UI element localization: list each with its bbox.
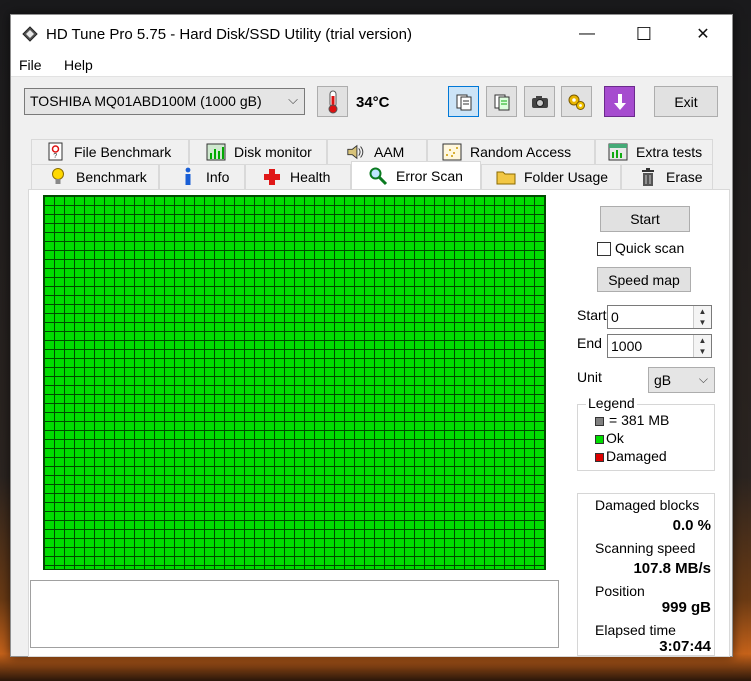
drive-select[interactable]: TOSHIBA MQ01ABD100M (1000 gB) ⌵ (24, 88, 305, 115)
end-position-value: 1000 (611, 338, 643, 354)
save-download-button[interactable] (604, 86, 635, 117)
tab-benchmark[interactable]: Benchmark (31, 164, 159, 189)
maximize-button[interactable]: ☐ (621, 15, 667, 53)
tab-label: Folder Usage (524, 169, 609, 185)
copy-document-icon (456, 94, 471, 110)
tab-label: Erase (666, 169, 703, 185)
spinner-arrows-icon[interactable]: ▲ ▼ (693, 306, 711, 328)
tab-label: Disk monitor (234, 144, 312, 160)
lightbulb-icon (48, 167, 68, 187)
menu-help[interactable]: Help (64, 57, 93, 73)
magnifier-icon (368, 166, 388, 186)
scan-block-grid (43, 195, 546, 570)
tab-label: File Benchmark (74, 144, 172, 160)
damaged-blocks-value: 0.0 % (672, 517, 711, 534)
temperature-readout: 34°C (356, 94, 390, 111)
exit-button[interactable]: Exit (654, 86, 718, 117)
tab-health[interactable]: Health (245, 164, 351, 189)
start-position-value: 0 (611, 309, 619, 325)
damaged-blocks-label: Damaged blocks (595, 497, 700, 513)
unit-select-value: gB (654, 372, 672, 388)
temperature-button[interactable] (317, 86, 348, 117)
copy-green-icon (494, 94, 509, 110)
legend-block-swatch (595, 417, 604, 426)
title-bar: HD Tune Pro 5.75 - Hard Disk/SSD Utility… (11, 15, 732, 53)
extra-tests-icon (608, 142, 628, 162)
end-position-input[interactable]: 1000 ▲ ▼ (607, 334, 712, 358)
folder-icon (496, 167, 516, 187)
options-button[interactable] (561, 86, 592, 117)
tab-info[interactable]: Info (159, 164, 245, 189)
tab-label: Error Scan (396, 167, 463, 184)
scan-log-box (30, 580, 559, 648)
menu-bar: File Help (11, 53, 732, 77)
legend-ok-swatch (595, 435, 604, 444)
random-access-icon (442, 142, 462, 162)
tab-label: AAM (374, 144, 405, 160)
copy-info-button[interactable] (448, 86, 479, 117)
download-arrow-icon (613, 93, 626, 110)
tab-folder-usage[interactable]: Folder Usage (481, 164, 621, 189)
app-window: HD Tune Pro 5.75 - Hard Disk/SSD Utility… (10, 14, 733, 657)
tab-extra-tests[interactable]: Extra tests (595, 139, 713, 164)
drive-select-value: TOSHIBA MQ01ABD100M (1000 gB) (30, 93, 262, 109)
tab-label: Info (206, 169, 230, 185)
screenshot-button[interactable] (524, 86, 555, 117)
quick-scan-label: Quick scan (615, 240, 685, 256)
file-benchmark-icon: ? (46, 142, 66, 162)
tab-file-benchmark[interactable]: ? File Benchmark (31, 139, 189, 164)
unit-select[interactable]: gB ⌵ (648, 367, 715, 393)
legend-damaged-label: Damaged (606, 448, 667, 464)
legend-damaged-swatch (595, 453, 604, 462)
copy-all-button[interactable] (486, 86, 517, 117)
elapsed-time-label: Elapsed time (595, 622, 676, 638)
scanning-speed-label: Scanning speed (595, 540, 696, 556)
health-cross-icon (262, 167, 282, 187)
speaker-icon (346, 142, 366, 162)
position-label: Position (595, 583, 645, 599)
camera-icon (531, 95, 548, 108)
close-button[interactable]: ✕ (680, 15, 726, 53)
minimize-button[interactable]: — (564, 15, 610, 53)
app-diamond-icon (22, 26, 38, 42)
tab-label: Random Access (470, 144, 572, 160)
start-scan-button[interactable]: Start (600, 206, 690, 232)
menu-file[interactable]: File (19, 57, 42, 73)
legend-title: Legend (586, 395, 637, 411)
chevron-down-icon: ⌵ (698, 372, 708, 386)
toolbar: TOSHIBA MQ01ABD100M (1000 gB) ⌵ 34°C Exi… (11, 77, 732, 127)
quick-scan-checkbox[interactable] (597, 242, 611, 256)
thermometer-icon (328, 90, 337, 113)
tab-label: Benchmark (76, 169, 147, 185)
svg-text:?: ? (53, 153, 57, 160)
error-scan-panel: Start Quick scan Speed map Start 0 ▲ ▼ En… (28, 189, 730, 657)
spinner-arrows-icon[interactable]: ▲ ▼ (693, 335, 711, 357)
legend-ok-label: Ok (606, 430, 624, 446)
speed-map-button[interactable]: Speed map (597, 267, 691, 292)
tab-label: Health (290, 169, 331, 185)
gears-icon (568, 94, 585, 110)
start-position-input[interactable]: 0 ▲ ▼ (607, 305, 712, 329)
legend-block-size: = 381 MB (609, 412, 670, 428)
end-position-label: End (577, 335, 602, 351)
elapsed-time-value: 3:07:44 (659, 638, 711, 655)
unit-label: Unit (577, 369, 602, 385)
chevron-down-icon: ⌵ (288, 92, 298, 107)
tab-erase[interactable]: Erase (621, 164, 713, 189)
disk-monitor-icon (206, 142, 226, 162)
start-position-label: Start (577, 307, 607, 323)
info-icon (178, 167, 198, 187)
tab-error-scan[interactable]: Error Scan (351, 161, 481, 189)
scanning-speed-value: 107.8 MB/s (633, 560, 711, 577)
position-value: 999 gB (661, 599, 711, 616)
trash-icon (638, 167, 658, 187)
tab-disk-monitor[interactable]: Disk monitor (189, 139, 327, 164)
window-title: HD Tune Pro 5.75 - Hard Disk/SSD Utility… (46, 26, 412, 43)
tab-label: Extra tests (636, 144, 703, 160)
